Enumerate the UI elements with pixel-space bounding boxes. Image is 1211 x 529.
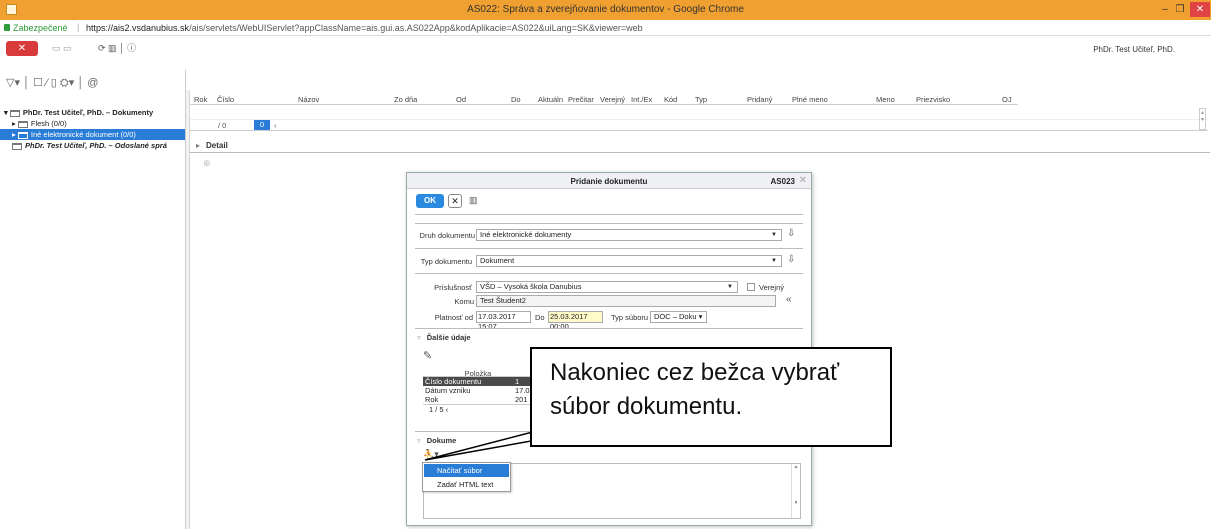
annotation-callout: Nakoniec cez bežca vybrať súbor dokument…	[530, 347, 892, 447]
callout-pointer	[424, 427, 577, 461]
callout-text: Nakoniec cez bežca vybrať súbor dokument…	[550, 359, 840, 420]
